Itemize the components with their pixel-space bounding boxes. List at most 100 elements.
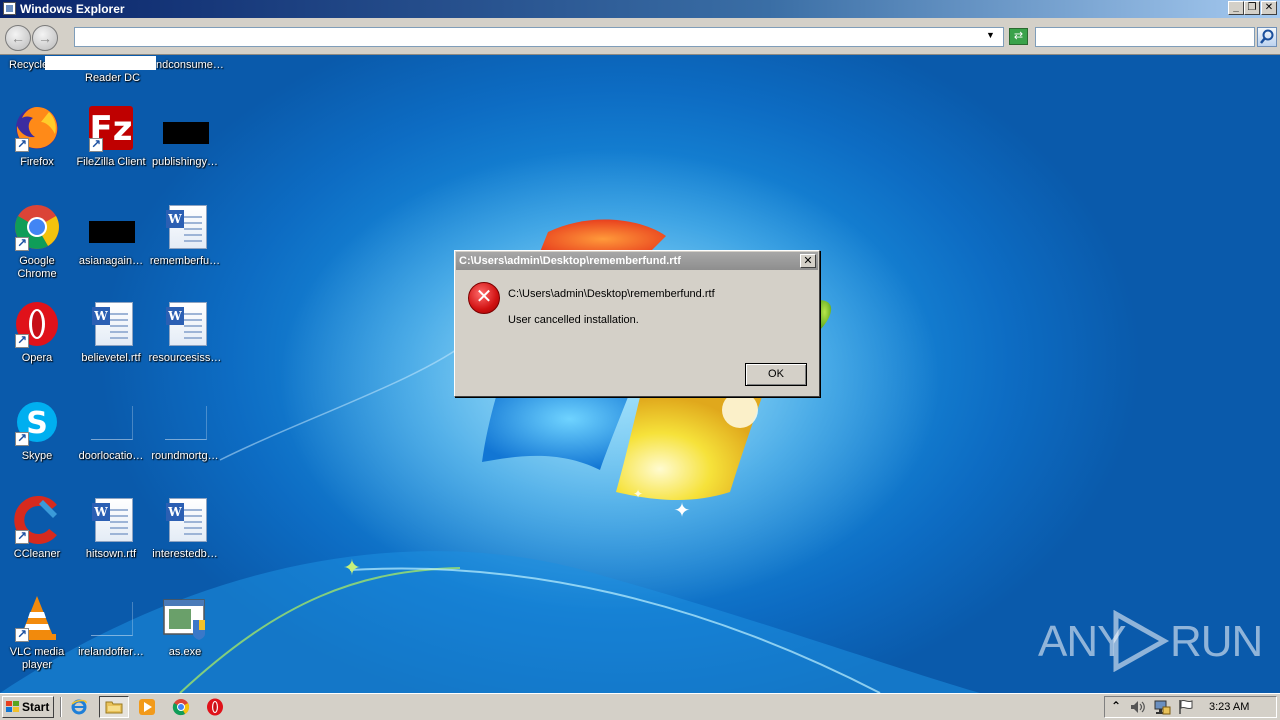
redacted-file-icon bbox=[87, 203, 135, 251]
internet-explorer-icon[interactable] bbox=[70, 698, 88, 716]
desktop-icon-resourcesiss[interactable]: W resourcesiss… bbox=[148, 300, 222, 365]
desktop-icon-believetel[interactable]: W believetel.rtf bbox=[74, 300, 148, 365]
back-arrow-icon[interactable]: ← bbox=[5, 25, 31, 51]
window-title: Windows Explorer bbox=[20, 2, 125, 16]
desktop-icon-label: doorlocatio… bbox=[78, 450, 144, 462]
windows-explorer-window: Windows Explorer _ ❐ ✕ ← → ▼ ⇄ bbox=[0, 0, 1280, 55]
word-document-icon: W bbox=[161, 300, 209, 348]
ok-button[interactable]: OK bbox=[745, 363, 807, 386]
network-icon[interactable] bbox=[1153, 698, 1171, 716]
blank-file-icon bbox=[87, 398, 135, 446]
desktop-icon-asianagain[interactable]: asianagain… bbox=[74, 203, 148, 268]
volume-icon[interactable] bbox=[1129, 698, 1147, 716]
desktop-icon-label: believetel.rtf bbox=[81, 352, 141, 364]
search-icon[interactable] bbox=[1257, 27, 1277, 47]
desktop-icon-label: hitsown.rtf bbox=[85, 548, 137, 560]
restore-button[interactable]: ❐ bbox=[1244, 1, 1260, 15]
start-label: Start bbox=[22, 700, 50, 714]
anyrun-watermark: ANY RUN bbox=[1038, 610, 1263, 672]
windows-logo-icon bbox=[6, 701, 19, 713]
desktop-icon-skype[interactable]: S Skype bbox=[0, 398, 74, 463]
desktop-icon-filezilla[interactable]: Fz FileZilla Client bbox=[74, 104, 148, 169]
taskbar-clock[interactable]: 3:23 AM bbox=[1209, 701, 1249, 713]
svg-text:S: S bbox=[26, 406, 48, 441]
desktop-icon-label: publishingy… bbox=[151, 156, 219, 168]
tray-expand-icon[interactable]: ⌃ bbox=[1111, 699, 1121, 713]
desktop-icon-label: asianagain… bbox=[78, 255, 144, 267]
desktop-icon-publishingy[interactable]: publishingy… bbox=[148, 104, 222, 169]
filezilla-icon: Fz bbox=[87, 104, 135, 152]
navigation-bar: ← → ▼ ⇄ bbox=[0, 20, 1280, 54]
desktop-icon-firefox[interactable]: Firefox bbox=[0, 104, 74, 169]
desktop-icon-label: resourcesiss… bbox=[148, 352, 222, 364]
ccleaner-icon bbox=[13, 496, 61, 544]
redacted-file-icon bbox=[161, 104, 209, 152]
desktop-icon-opera[interactable]: Opera bbox=[0, 300, 74, 365]
system-tray: ⌃ 3:23 AM bbox=[1104, 696, 1277, 718]
desktop-icon-label-ndconsume[interactable]: ndconsume… bbox=[156, 59, 224, 71]
taskbar-explorer-button[interactable] bbox=[99, 696, 129, 718]
word-document-icon: W bbox=[161, 203, 209, 251]
explorer-app-icon bbox=[3, 2, 16, 15]
desktop-icon-interestedb[interactable]: W interestedb… bbox=[148, 496, 222, 561]
explorer-titlebar[interactable]: Windows Explorer _ ❐ ✕ bbox=[0, 0, 1280, 18]
desktop-icon-hitsown[interactable]: W hitsown.rtf bbox=[74, 496, 148, 561]
svg-text:✦: ✦ bbox=[674, 498, 691, 522]
dialog-close-button[interactable]: ✕ bbox=[800, 254, 816, 268]
media-player-icon[interactable] bbox=[138, 698, 156, 716]
desktop-icon-irelandoffer[interactable]: irelandoffer… bbox=[74, 594, 148, 659]
dialog-titlebar[interactable]: C:\Users\admin\Desktop\rememberfund.rtf … bbox=[456, 252, 818, 270]
desktop-icon-roundmortg[interactable]: roundmortg… bbox=[148, 398, 222, 463]
redaction-bar bbox=[45, 56, 156, 70]
address-input[interactable] bbox=[74, 27, 1004, 47]
desktop-icon-chrome[interactable]: Google Chrome bbox=[0, 203, 74, 281]
error-dialog: C:\Users\admin\Desktop\rememberfund.rtf … bbox=[454, 250, 820, 397]
desktop-icon-label: CCleaner bbox=[13, 548, 61, 560]
desktop-icon-label: roundmortg… bbox=[151, 450, 219, 462]
address-dropdown-icon[interactable]: ▼ bbox=[986, 30, 995, 40]
search-input[interactable] bbox=[1035, 27, 1255, 47]
opera-icon bbox=[13, 300, 61, 348]
desktop-icon-label: Skype bbox=[21, 450, 53, 462]
desktop-icon-as-exe[interactable]: as.exe bbox=[148, 594, 222, 659]
desktop-icon-ccleaner[interactable]: CCleaner bbox=[0, 496, 74, 561]
desktop-icon-vlc[interactable]: VLC media player bbox=[0, 594, 74, 672]
shortcut-arrow-icon bbox=[15, 137, 29, 152]
shortcut-arrow-icon bbox=[15, 333, 29, 348]
desktop-icon-doorlocatio[interactable]: doorlocatio… bbox=[74, 398, 148, 463]
watermark-text-run: RUN bbox=[1170, 617, 1263, 666]
action-center-flag-icon[interactable] bbox=[1177, 698, 1195, 716]
desktop-icon-rememberfu[interactable]: W rememberfu… bbox=[148, 203, 222, 268]
dialog-title: C:\Users\admin\Desktop\rememberfund.rtf bbox=[459, 255, 681, 267]
firefox-icon bbox=[13, 104, 61, 152]
error-icon: ✕ bbox=[468, 282, 500, 314]
word-document-icon: W bbox=[161, 496, 209, 544]
taskbar-separator bbox=[60, 697, 62, 717]
shortcut-arrow-icon bbox=[15, 627, 29, 642]
forward-arrow-icon[interactable]: → bbox=[32, 25, 58, 51]
taskbar: Start ⌃ 3:23 AM bbox=[0, 693, 1280, 720]
vlc-icon bbox=[13, 594, 61, 642]
chrome-taskbar-icon[interactable] bbox=[172, 698, 190, 716]
blank-file-icon bbox=[161, 398, 209, 446]
desktop-icon-label: Google Chrome bbox=[17, 255, 57, 280]
chrome-icon bbox=[13, 203, 61, 251]
svg-text:✦: ✦ bbox=[633, 487, 643, 501]
dialog-message: User cancelled installation. bbox=[508, 314, 639, 326]
desktop-icon-label-reader[interactable]: Reader DC bbox=[85, 72, 140, 84]
play-triangle-icon bbox=[1113, 610, 1170, 672]
start-button[interactable]: Start bbox=[2, 696, 54, 718]
desktop-icon-label: Opera bbox=[21, 352, 53, 364]
desktop-icon-label: rememberfu… bbox=[149, 255, 221, 267]
shortcut-arrow-icon bbox=[15, 236, 29, 251]
svg-text:✦: ✦ bbox=[343, 556, 361, 581]
refresh-icon[interactable]: ⇄ bbox=[1009, 28, 1028, 45]
close-button[interactable]: ✕ bbox=[1261, 1, 1277, 15]
dialog-file-path: C:\Users\admin\Desktop\rememberfund.rtf bbox=[508, 288, 715, 300]
opera-taskbar-icon[interactable] bbox=[206, 698, 224, 716]
desktop-icon-label-recycle[interactable]: Recycle bbox=[9, 59, 48, 71]
word-document-icon: W bbox=[87, 300, 135, 348]
folder-icon bbox=[105, 698, 123, 716]
minimize-button[interactable]: _ bbox=[1228, 1, 1244, 15]
skype-icon: S bbox=[13, 398, 61, 446]
